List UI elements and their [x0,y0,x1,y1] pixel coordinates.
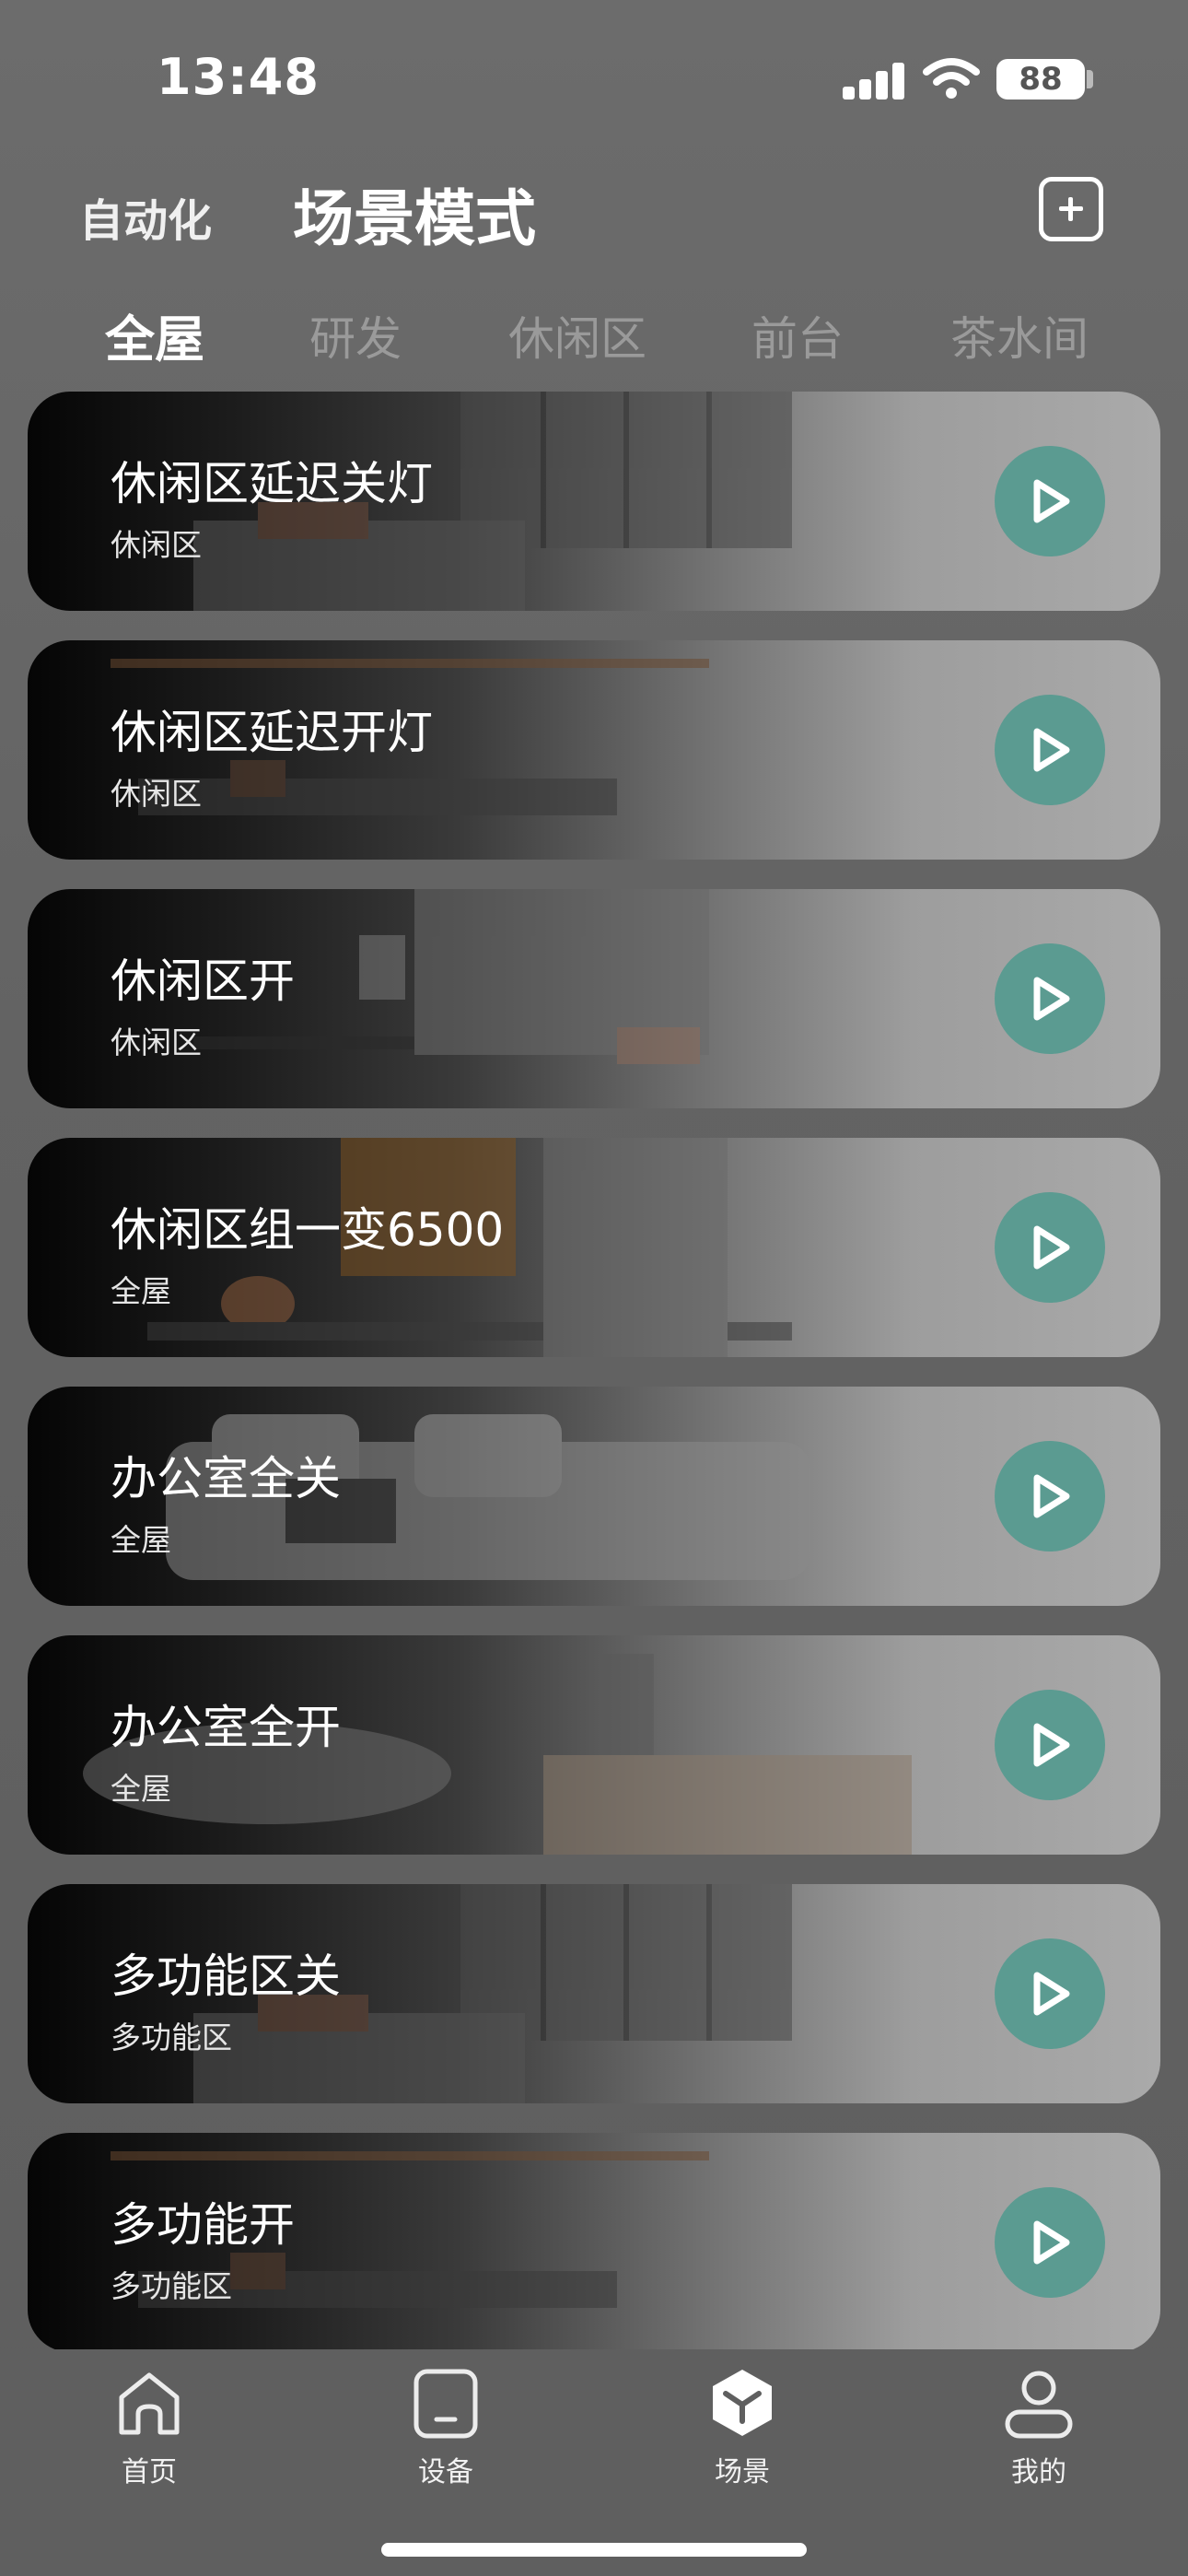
tab-room-front-desk[interactable]: 前台 [751,302,844,369]
run-scene-button[interactable] [995,1192,1105,1303]
scene-card[interactable]: 多功能区关 多功能区 [28,1884,1160,2103]
scene-list: 休闲区延迟关灯 休闲区 休闲区延迟开灯 休闲区 休闲区开 休闲区 休闲区组一变6… [28,392,1160,2349]
scene-card[interactable]: 休闲区延迟开灯 休闲区 [28,640,1160,860]
scene-card[interactable]: 休闲区延迟关灯 休闲区 [28,392,1160,611]
play-icon [1033,1972,1070,2016]
battery-cap [1087,70,1093,88]
scene-room: 全屋 [111,1273,171,1309]
scene-room: 休闲区 [111,1025,202,1060]
scene-title: 休闲区延迟关灯 [111,457,433,510]
play-icon [1033,977,1070,1021]
scene-title: 办公室全关 [111,1452,341,1505]
nav-item-profile[interactable]: 我的 [947,2366,1131,2489]
nav-label-home: 首页 [122,2456,177,2488]
play-icon [1033,1474,1070,1518]
scene-room: 多功能区 [111,2020,232,2055]
scene-title: 休闲区组一变6500 [111,1203,505,1257]
run-scene-button[interactable] [995,1441,1105,1551]
tab-room-tea-room[interactable]: 茶水间 [950,302,1089,369]
scene-card[interactable]: 休闲区组一变6500 全屋 [28,1138,1160,1357]
scene-room: 全屋 [111,1771,171,1807]
home-icon [119,2372,180,2435]
nav-label-scenes: 场景 [715,2456,770,2488]
battery-icon: 88 [996,59,1085,100]
run-scene-button[interactable] [995,2187,1105,2298]
run-scene-button[interactable] [995,943,1105,1054]
add-scene-button[interactable] [1039,177,1103,241]
scene-title: 多功能区关 [111,1950,341,2003]
run-scene-button[interactable] [995,446,1105,556]
scene-title: 休闲区开 [111,954,295,1008]
scene-title: 休闲区延迟开灯 [111,706,433,759]
run-scene-button[interactable] [995,695,1105,805]
scene-card[interactable]: 休闲区开 休闲区 [28,889,1160,1108]
scene-card[interactable]: 办公室全开 全屋 [28,1635,1160,1855]
status-time: 13:48 [157,48,320,106]
tab-room-lounge[interactable]: 休闲区 [508,302,646,369]
run-scene-button[interactable] [995,1938,1105,2049]
wifi-icon [923,58,980,99]
scene-room: 休闲区 [111,527,202,563]
scene-card[interactable]: 多功能开 多功能区 [28,2133,1160,2349]
scene-room: 全屋 [111,1522,171,1558]
scene-title: 办公室全开 [111,1701,341,1754]
run-scene-button[interactable] [995,1690,1105,1800]
play-icon [1033,479,1070,523]
profile-icon [1005,2371,1073,2439]
scene-card[interactable]: 办公室全关 全屋 [28,1387,1160,1606]
scene-icon [713,2370,772,2436]
play-icon [1033,1723,1070,1767]
nav-item-devices[interactable]: 设备 [354,2366,538,2489]
scene-room: 多功能区 [111,2268,232,2304]
nav-label-profile: 我的 [1011,2456,1066,2488]
cellular-signal-icon [843,63,905,100]
scene-room: 休闲区 [111,776,202,812]
tab-room-rd[interactable]: 研发 [309,302,402,369]
bottom-nav: 首页 设备 场景 我的 [0,2349,1188,2576]
play-icon [1033,1225,1070,1270]
tab-room-all[interactable]: 全屋 [105,299,204,371]
header: 自动化 场景模式 [0,157,1188,304]
home-indicator [381,2543,807,2557]
status-bar: 13:48 88 [0,0,1188,157]
nav-item-home[interactable]: 首页 [57,2366,241,2489]
nav-item-scenes[interactable]: 场景 [650,2366,834,2489]
play-icon [1033,2220,1070,2265]
tab-automation[interactable]: 自动化 [79,184,212,249]
page-title[interactable]: 场景模式 [293,170,536,258]
room-tabs: 全屋 研发 休闲区 前台 茶水间 [0,295,1188,378]
nav-label-devices: 设备 [418,2456,473,2488]
play-icon [1033,728,1070,772]
scene-title: 多功能开 [111,2198,295,2252]
device-icon [413,2369,478,2439]
